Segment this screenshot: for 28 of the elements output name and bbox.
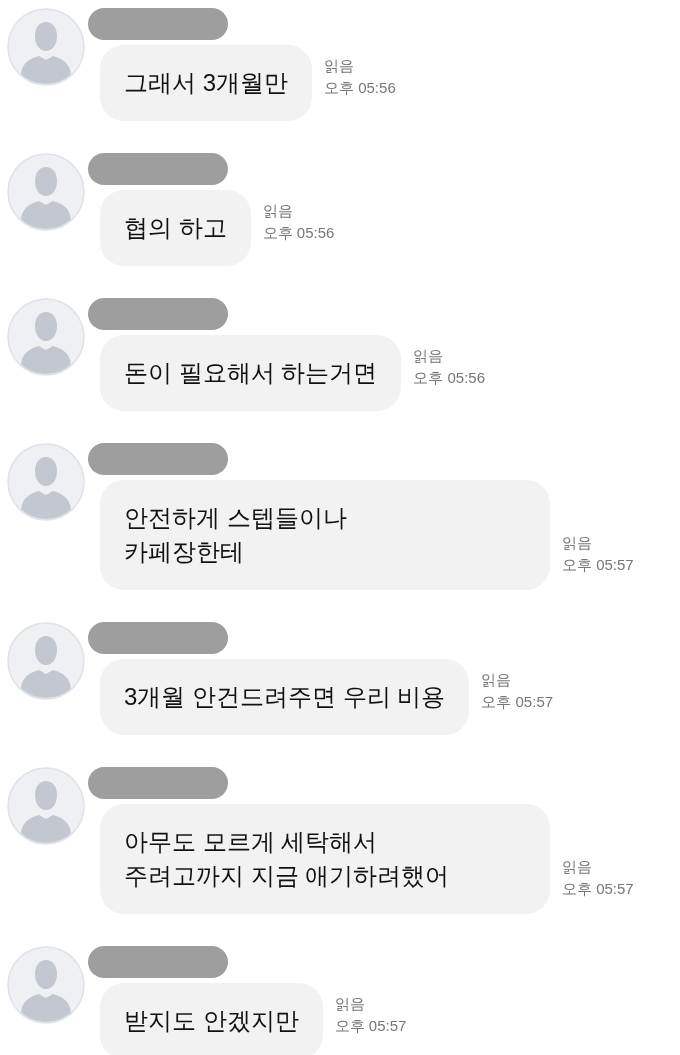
read-receipt: 읽음 [334,994,366,1014]
avatar-icon[interactable] [7,622,85,700]
avatar-icon[interactable] [7,8,85,86]
message-time: 오후 05:57 [562,555,634,575]
message-text: 아무도 모르게 세탁해서 주려고까지 지금 애기하려했어 [124,827,451,891]
read-receipt: 읽음 [481,670,513,690]
read-receipt: 읽음 [262,201,294,221]
avatar-icon[interactable] [7,153,85,231]
message-time: 오후 05:56 [413,368,486,388]
avatar-icon[interactable] [7,443,85,521]
read-receipt: 읽음 [562,533,593,553]
message-text: 3개월 안건드려주면 우리 비용 [124,682,446,712]
read-receipt: 읽음 [324,56,355,76]
message-text: 돈이 필요해서 하는거면 [124,358,378,388]
message-time: 오후 05:56 [262,223,335,243]
read-receipt: 읽음 [413,346,445,366]
message-time: 오후 05:57 [481,692,554,712]
message-time: 오후 05:57 [334,1016,407,1036]
message-text: 그래서 3개월만 [124,68,288,98]
message-text: 협의 하고 [124,213,227,243]
message-text: 받지도 안겠지만 [124,1006,299,1036]
avatar-icon[interactable] [7,767,85,845]
message-text: 안전하게 스텝들이나 카페장한테 [124,503,348,567]
message-time: 오후 05:56 [324,78,396,98]
avatar-icon[interactable] [7,298,85,376]
avatar-icon[interactable] [7,946,85,1024]
read-receipt: 읽음 [562,857,593,877]
message-time: 오후 05:57 [562,879,634,899]
